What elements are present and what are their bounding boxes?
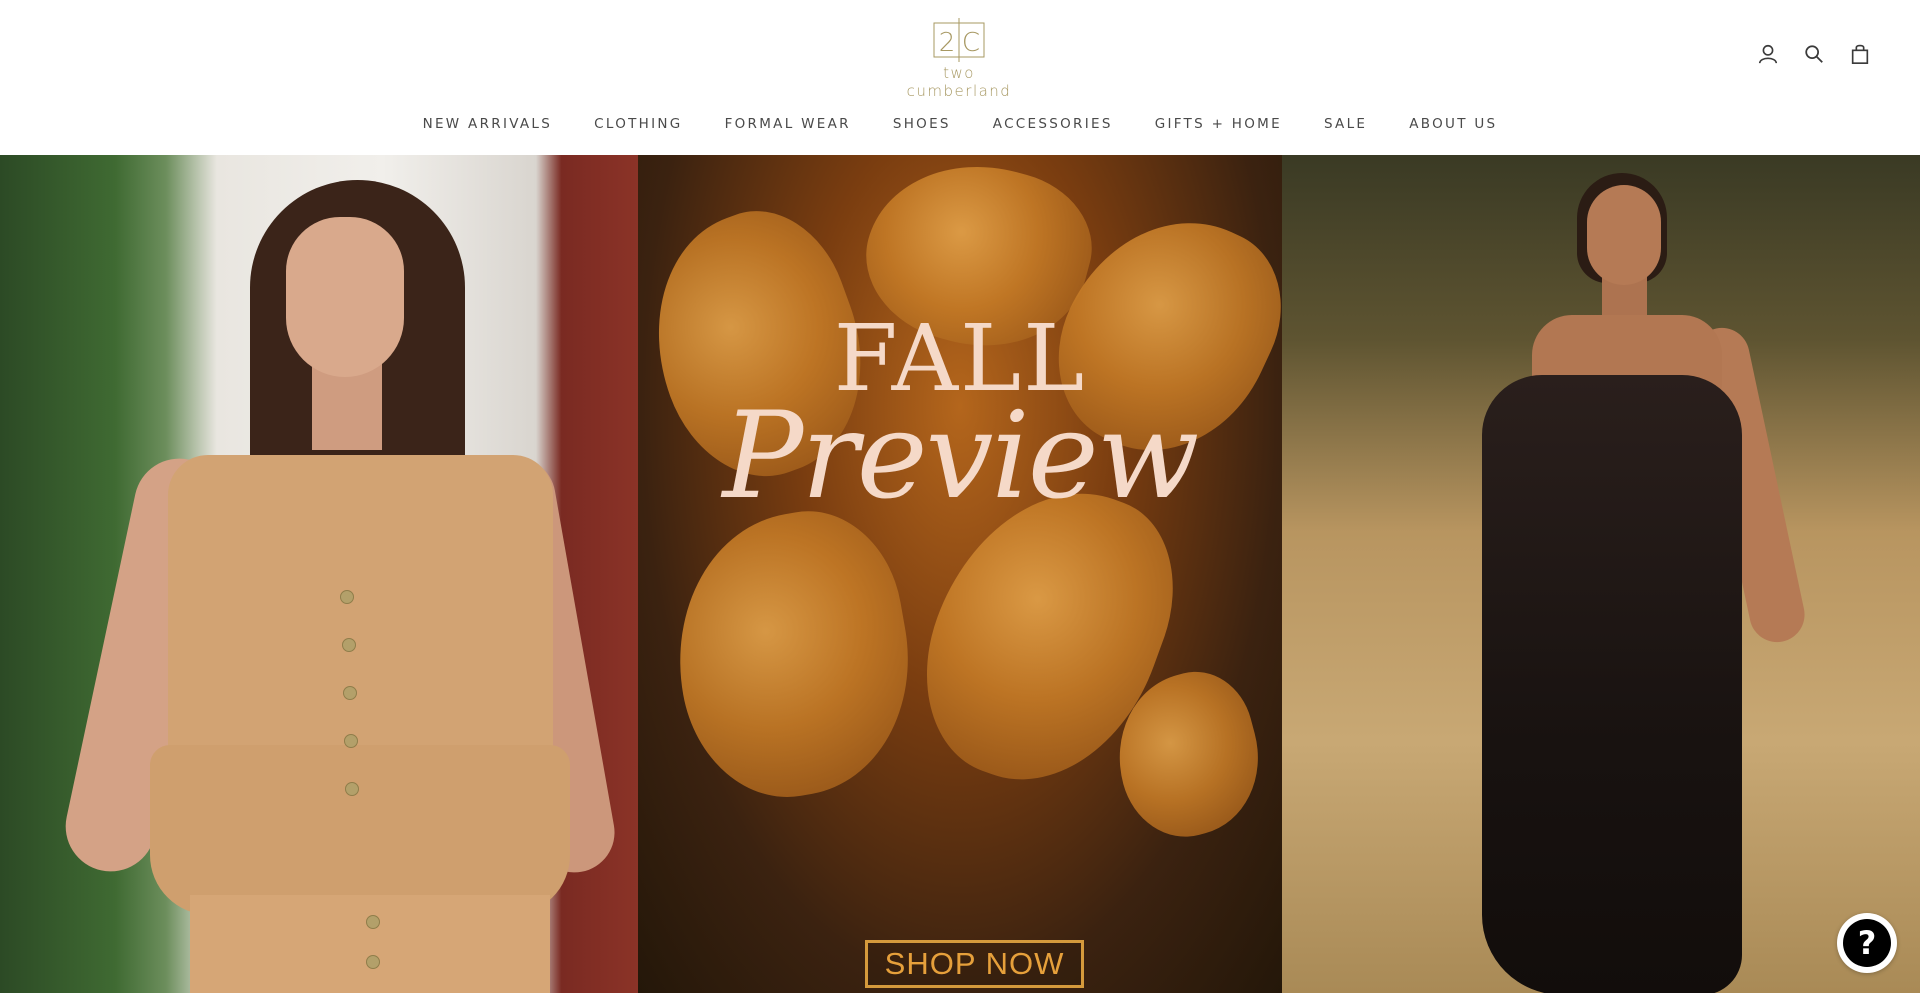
hero-photo-left[interactable]	[0, 155, 638, 993]
hero-title-preview: Preview	[722, 387, 1199, 526]
garment-button	[366, 915, 380, 929]
account-icon[interactable]	[1756, 42, 1780, 66]
logo-monogram-icon: 2 C	[933, 18, 985, 62]
nav-item-formal-wear[interactable]: FORMAL WEAR	[704, 116, 872, 132]
model-face	[1587, 185, 1661, 285]
model-slip-dress	[1482, 375, 1742, 993]
garment-button	[342, 638, 356, 652]
nav-item-shoes[interactable]: SHOES	[872, 116, 972, 132]
nav-item-clothing[interactable]: CLOTHING	[573, 116, 703, 132]
brand-logo[interactable]: 2 C two cumberland	[889, 18, 1029, 100]
model-peplum	[150, 745, 570, 915]
help-icon: ?	[1843, 919, 1891, 967]
help-chat-button[interactable]: ?	[1837, 913, 1897, 973]
garment-button	[345, 782, 359, 796]
nav-item-new-arrivals[interactable]: NEW ARRIVALS	[402, 116, 574, 132]
garment-button	[344, 734, 358, 748]
garment-button	[340, 590, 354, 604]
garment-button	[366, 955, 380, 969]
hero-promo-panel[interactable]: FALL Preview SHOP NOW	[638, 155, 1282, 993]
svg-text:C: C	[962, 28, 980, 58]
brand-name: two cumberland	[906, 64, 1012, 100]
shop-now-button[interactable]: SHOP NOW	[865, 940, 1084, 988]
model-skirt	[190, 895, 550, 993]
hero-banner[interactable]: FALL Preview SHOP NOW	[0, 155, 1920, 993]
leaf-shape	[655, 497, 931, 813]
svg-text:2: 2	[939, 28, 956, 58]
main-nav: NEW ARRIVALS CLOTHING FORMAL WEAR SHOES …	[0, 116, 1920, 132]
nav-item-sale[interactable]: SALE	[1303, 116, 1388, 132]
nav-item-accessories[interactable]: ACCESSORIES	[972, 116, 1134, 132]
nav-item-gifts-home[interactable]: GIFTS + HOME	[1134, 116, 1303, 132]
cart-icon[interactable]	[1848, 42, 1872, 66]
nav-item-about-us[interactable]: ABOUT US	[1388, 116, 1518, 132]
header-icons	[1756, 42, 1872, 66]
hero-photo-right[interactable]	[1282, 155, 1920, 993]
search-icon[interactable]	[1802, 42, 1826, 66]
garment-button	[343, 686, 357, 700]
logo-mark: 2 C	[931, 18, 987, 62]
model-face	[286, 217, 404, 377]
site-header: 2 C two cumberland NEW ARRIVALS CLOTHING…	[0, 0, 1920, 155]
